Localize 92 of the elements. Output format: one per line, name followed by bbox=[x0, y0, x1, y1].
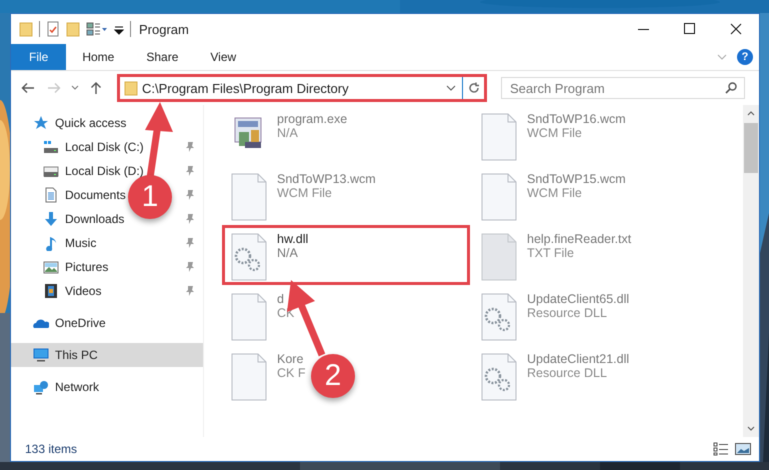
sidebar-item[interactable]: This PC bbox=[11, 343, 203, 367]
pin-icon[interactable] bbox=[185, 285, 195, 297]
pin-icon[interactable] bbox=[185, 261, 195, 273]
file-type: CK F bbox=[277, 366, 306, 380]
maximize-icon bbox=[684, 23, 696, 35]
up-arrow-icon bbox=[90, 81, 102, 95]
dropdown-icon[interactable] bbox=[446, 85, 456, 91]
file-name: program.exe bbox=[277, 112, 348, 126]
search-icon[interactable] bbox=[725, 82, 737, 94]
file-name: Kore bbox=[277, 352, 304, 366]
file-icon bbox=[229, 172, 269, 222]
sidebar-item[interactable]: Local Disk (C:) bbox=[11, 135, 203, 159]
file-item[interactable]: UpdateClient21.dll Resource DLL bbox=[472, 345, 636, 405]
download-icon bbox=[43, 211, 59, 227]
gears-file-icon bbox=[229, 232, 269, 282]
address-path: C:\Program Files\Program Directory bbox=[141, 80, 350, 96]
ribbon-tab[interactable]: Share bbox=[130, 44, 194, 70]
file-icon bbox=[479, 232, 519, 282]
file-name: hw.dll bbox=[277, 232, 308, 246]
pin-icon[interactable] bbox=[185, 189, 195, 201]
properties-icon[interactable] bbox=[86, 21, 108, 37]
large-icons-view-icon[interactable] bbox=[735, 442, 751, 456]
folder-icon[interactable] bbox=[19, 21, 33, 37]
sidebar-item[interactable]: Quick access bbox=[11, 111, 203, 135]
address-field[interactable]: C:\Program Files\Program Directory bbox=[117, 74, 487, 102]
file-name: UpdateClient21.dll bbox=[527, 352, 630, 366]
file-icon bbox=[479, 112, 519, 162]
file-type: TXT File bbox=[527, 246, 575, 260]
chevron-down-icon bbox=[71, 85, 79, 91]
file-item[interactable]: hw.dll N/A bbox=[222, 225, 470, 285]
file-item[interactable]: SndToWP13.wcm WCM File bbox=[222, 165, 383, 225]
refresh-icon bbox=[468, 82, 480, 94]
forward-arrow-icon bbox=[47, 82, 61, 94]
ribbon-tab[interactable]: File bbox=[11, 44, 66, 70]
pin-icon[interactable] bbox=[185, 165, 195, 177]
pin-icon[interactable] bbox=[185, 213, 195, 225]
pin-icon[interactable] bbox=[185, 141, 195, 153]
gears-file-icon bbox=[479, 352, 519, 402]
folder-icon bbox=[124, 80, 138, 96]
file-type: N/A bbox=[277, 126, 299, 140]
pictures-icon bbox=[43, 259, 59, 275]
file-item[interactable]: SndToWP16.wcm WCM File bbox=[472, 105, 633, 165]
file-name: SndToWP15.wcm bbox=[527, 172, 626, 186]
back-arrow-icon bbox=[21, 82, 35, 94]
file-item[interactable]: help.fineReader.txt TXT File bbox=[472, 225, 638, 285]
file-item[interactable]: UpdateClient65.dll Resource DLL bbox=[472, 285, 636, 345]
sidebar-item[interactable]: Videos bbox=[11, 279, 203, 303]
sidebar-item[interactable]: Music bbox=[11, 231, 203, 255]
file-type: N/A bbox=[277, 246, 299, 260]
scrollbar[interactable] bbox=[743, 105, 759, 437]
file-type: Resource DLL bbox=[527, 366, 608, 380]
file-name: UpdateClient65.dll bbox=[527, 292, 630, 306]
help-button[interactable]: ? bbox=[737, 49, 753, 65]
sidebar-item[interactable]: OneDrive bbox=[11, 311, 203, 335]
file-name: help.fineReader.txt bbox=[527, 232, 632, 246]
file-name: SndToWP13.wcm bbox=[277, 172, 376, 186]
file-type: WCM File bbox=[277, 186, 333, 200]
ribbon-tab[interactable]: View bbox=[194, 44, 252, 70]
network-icon bbox=[33, 379, 49, 395]
videos-icon bbox=[43, 283, 59, 299]
close-icon bbox=[730, 23, 742, 35]
file-item[interactable]: Kore CK F bbox=[222, 345, 312, 405]
scroll-up-icon[interactable] bbox=[747, 110, 755, 116]
item-count: 133 items bbox=[25, 442, 78, 456]
gears-file-icon bbox=[479, 292, 519, 342]
ribbon-tab[interactable]: Home bbox=[66, 44, 130, 70]
checklist-icon[interactable] bbox=[46, 21, 60, 37]
folder-icon[interactable] bbox=[66, 21, 80, 37]
pc-icon bbox=[33, 347, 49, 363]
star-icon bbox=[33, 115, 49, 131]
file-icon bbox=[229, 292, 269, 342]
file-icon bbox=[229, 352, 269, 402]
file-item[interactable]: SndToWP15.wcm WCM File bbox=[472, 165, 633, 225]
search-field[interactable]: Search Program bbox=[501, 77, 745, 99]
file-type: Resource DLL bbox=[527, 306, 608, 320]
sidebar-item[interactable]: Pictures bbox=[11, 255, 203, 279]
scrollbar-thumb[interactable] bbox=[744, 123, 758, 173]
documents-icon bbox=[43, 187, 59, 203]
file-type: WCM File bbox=[527, 126, 583, 140]
file-type: WCM File bbox=[527, 186, 583, 200]
music-icon bbox=[43, 235, 59, 251]
pin-icon[interactable] bbox=[185, 237, 195, 249]
sidebar-item[interactable]: Network bbox=[11, 375, 203, 399]
file-name: d bbox=[277, 292, 285, 306]
file-item[interactable]: program.exe N/A bbox=[222, 105, 354, 165]
file-icon bbox=[479, 172, 519, 222]
file-name: SndToWP16.wcm bbox=[527, 112, 626, 126]
chevron-down-icon[interactable] bbox=[717, 54, 727, 60]
windrive-icon bbox=[43, 139, 59, 155]
window-title: Program bbox=[139, 22, 189, 36]
scroll-down-icon[interactable] bbox=[747, 426, 755, 432]
details-view-icon[interactable] bbox=[713, 442, 729, 456]
